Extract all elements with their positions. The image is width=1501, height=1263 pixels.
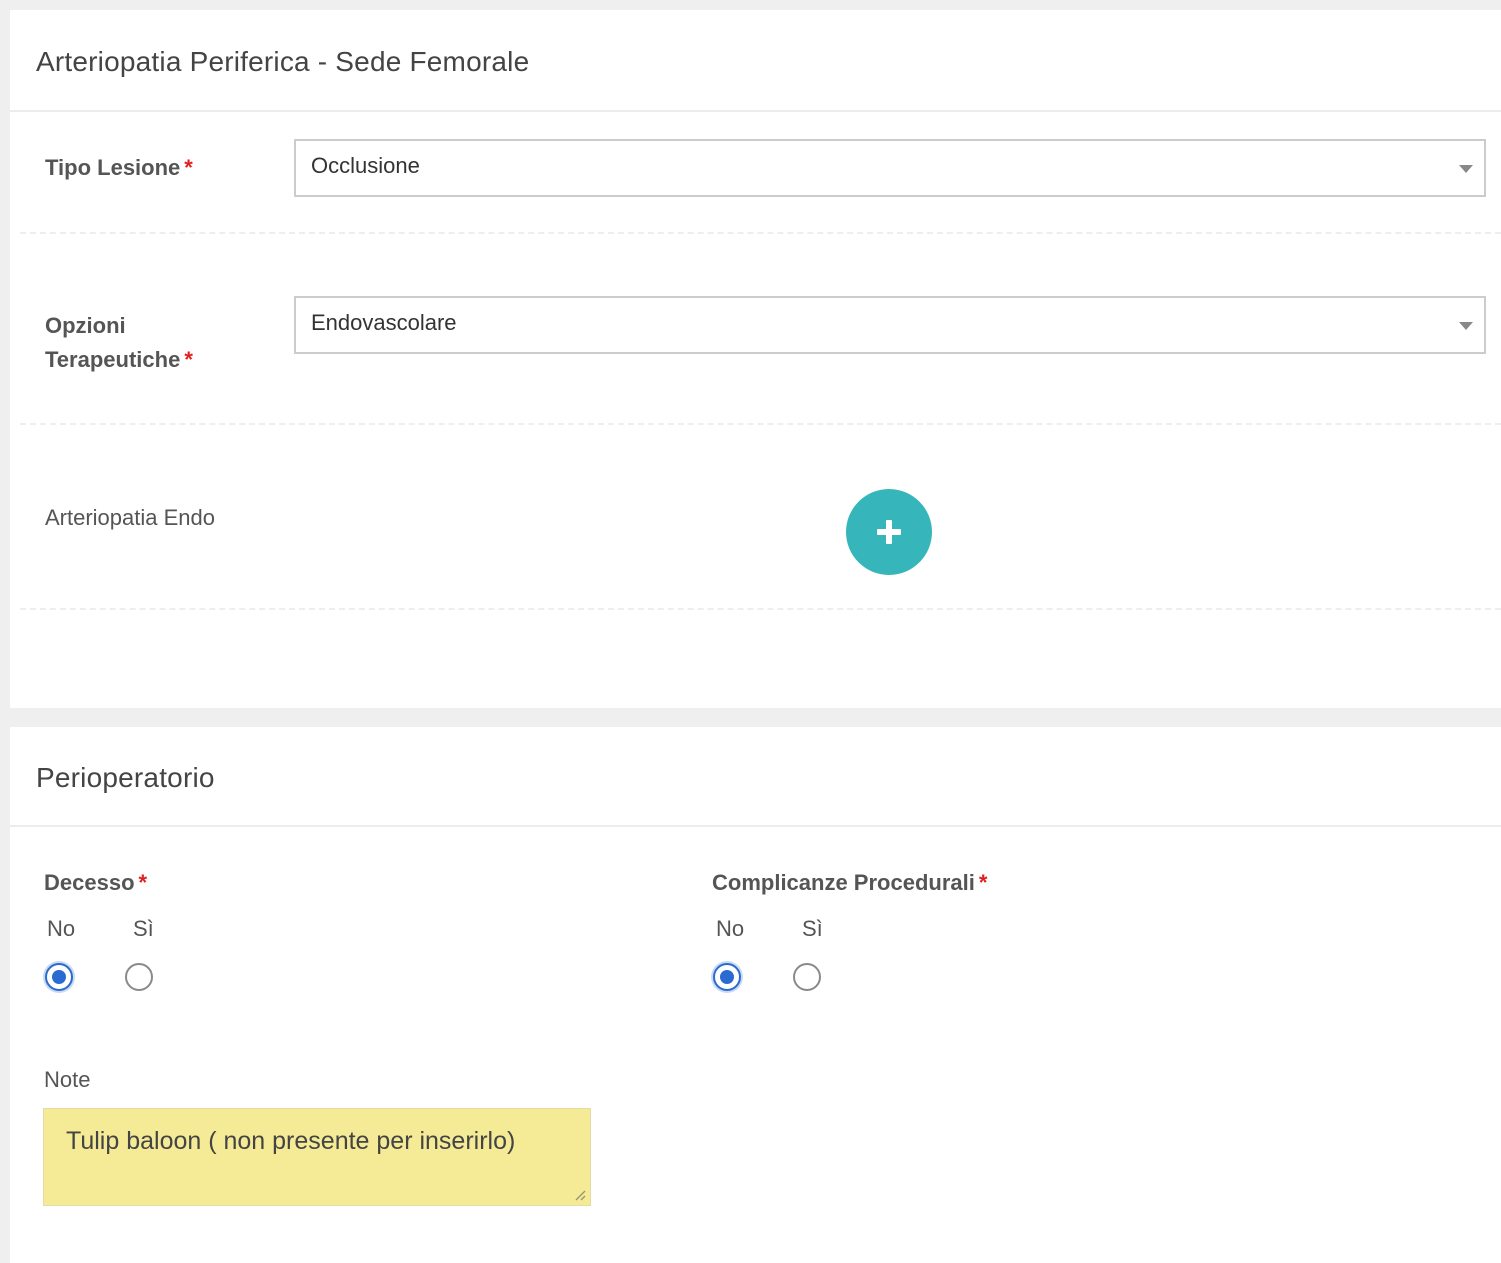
decesso-no-radio[interactable]	[45, 963, 73, 991]
panel-title-perioperatorio: Perioperatorio	[36, 762, 215, 793]
complicanze-no-radio[interactable]	[713, 963, 741, 991]
complicanze-option-no-label: No	[716, 916, 745, 941]
chevron-down-icon	[1459, 165, 1473, 173]
note-textarea-value: Tulip baloon ( non presente per inserirl…	[66, 1127, 516, 1155]
resize-handle-icon[interactable]	[574, 1189, 586, 1201]
complicanze-option-si-label: Sì	[802, 916, 823, 941]
required-asterisk: *	[184, 347, 193, 372]
decesso-option-si-label: Sì	[133, 916, 154, 941]
required-asterisk: *	[978, 870, 988, 895]
radio-dot	[720, 970, 734, 984]
panel-header-divider	[10, 110, 1501, 112]
tipo-lesione-select[interactable]: Occlusione	[294, 139, 1486, 197]
note-label: Note	[44, 1067, 91, 1092]
row-divider	[20, 232, 1501, 234]
add-arteriopatia-endo-button[interactable]	[846, 489, 932, 575]
opzioni-terapeutiche-label: Opzioni Terapeutiche *	[45, 313, 193, 372]
opzioni-terapeutiche-select[interactable]: Endovascolare	[294, 296, 1486, 354]
perioperatorio-panel: Perioperatorio Decesso * No Sì Complicanz…	[10, 727, 1501, 1263]
arteriopatia-panel: Arteriopatia Periferica - Sede Femorale …	[10, 10, 1501, 708]
decesso-si-radio[interactable]	[125, 963, 153, 991]
row-divider	[20, 423, 1501, 425]
arteriopatia-endo-label: Arteriopatia Endo	[45, 505, 215, 530]
required-asterisk: *	[138, 870, 148, 895]
row-divider	[20, 608, 1501, 610]
tipo-lesione-label: Tipo Lesione *	[45, 155, 193, 180]
note-textarea[interactable]: Tulip baloon ( non presente per inserirl…	[43, 1108, 591, 1206]
plus-icon	[877, 520, 901, 544]
chevron-down-icon	[1459, 322, 1473, 330]
panel-header-divider	[10, 825, 1501, 827]
opzioni-terapeutiche-selected-value: Endovascolare	[311, 310, 457, 335]
radio-dot	[52, 970, 66, 984]
required-asterisk: *	[184, 155, 193, 180]
tipo-lesione-selected-value: Occlusione	[311, 153, 420, 178]
complicanze-si-radio[interactable]	[793, 963, 821, 991]
complicanze-procedurali-label: Complicanze Procedurali *	[712, 870, 988, 895]
panel-title-arteriopatia: Arteriopatia Periferica - Sede Femorale	[36, 46, 530, 77]
decesso-option-no-label: No	[47, 916, 76, 941]
decesso-label: Decesso *	[44, 870, 148, 895]
